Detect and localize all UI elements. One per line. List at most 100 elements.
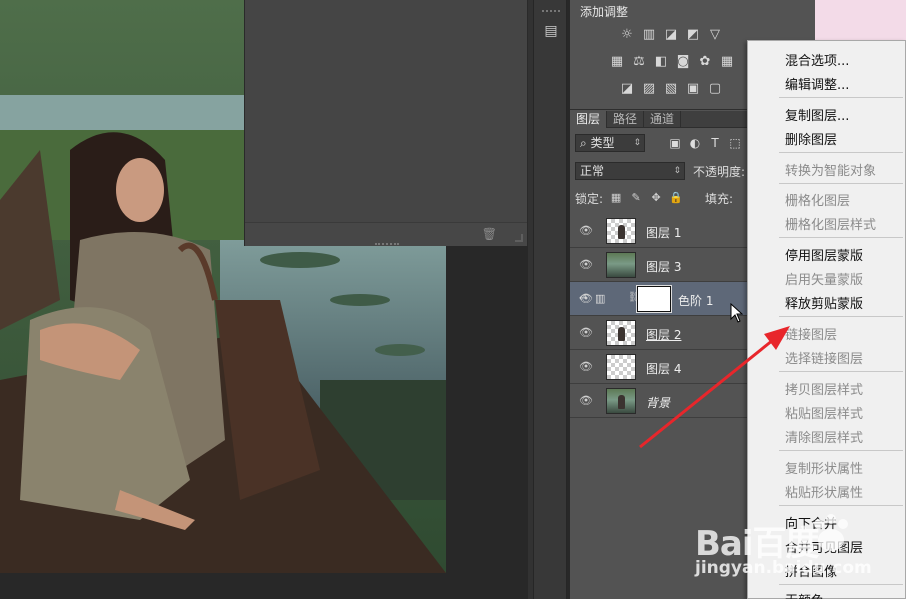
lily-pad: [330, 294, 390, 306]
floating-panel-body: [245, 0, 527, 222]
collapsed-panel-strip: ▤: [533, 0, 567, 599]
mouse-cursor: [730, 303, 744, 323]
floating-panel-footer: 🗑: [245, 222, 527, 246]
adjustments-row-1: ☼ ▥ ◪ ◩ ▽: [618, 26, 724, 44]
lily-pad: [375, 344, 425, 356]
menu-item-rasterize-layer: 栅格化图层: [785, 194, 851, 209]
invert-icon[interactable]: ◪: [618, 80, 636, 98]
layer-thumbnail: [606, 354, 636, 380]
layer-name: 图层 2: [646, 328, 682, 342]
gradient-map-icon[interactable]: ▣: [684, 80, 702, 98]
lock-all-icon[interactable]: 🔒: [669, 191, 683, 205]
layer-name: 图层 3: [646, 260, 682, 274]
chevron-updown-icon: ⇕: [673, 166, 681, 176]
filter-kind-value: 类型: [590, 136, 615, 150]
levels-icon[interactable]: ▥: [640, 26, 658, 44]
menu-separator: [779, 97, 903, 98]
menu-item-select-linked-layers: 选择链接图层: [785, 352, 864, 367]
strip-grip[interactable]: [542, 10, 560, 12]
bw-icon[interactable]: ◧: [652, 53, 670, 71]
menu-item-flatten-image[interactable]: 拼合图像: [785, 561, 837, 580]
clip-arrow-icon: ↵: [579, 293, 588, 304]
trash-icon[interactable]: 🗑: [482, 227, 497, 241]
eye-icon[interactable]: 👁: [579, 258, 593, 272]
tab-paths[interactable]: 路径: [607, 111, 645, 128]
menu-item-edit-adjustment[interactable]: 编辑调整...: [785, 74, 849, 93]
adjustments-row-2: ▦ ⚖ ◧ ◙ ✿ ▦: [608, 53, 736, 71]
posterize-icon[interactable]: ▨: [640, 80, 658, 98]
eye-icon[interactable]: 👁: [579, 326, 593, 340]
blend-mode-value: 正常: [580, 164, 605, 178]
menu-item-convert-smart-object: 转换为智能对象: [785, 164, 877, 179]
lily-pad: [260, 252, 340, 268]
balance-icon[interactable]: ⚖: [630, 53, 648, 71]
triangle-down-icon[interactable]: ▽: [706, 26, 724, 44]
menu-item-no-color[interactable]: 无颜色: [785, 590, 824, 599]
lock-brush-icon[interactable]: ✎: [629, 191, 643, 205]
blend-row: 正常 ⇕ 不透明度:: [575, 161, 745, 181]
eye-icon[interactable]: 👁: [579, 394, 593, 408]
pixel-filter-icon[interactable]: ▣: [667, 135, 683, 151]
lock-row: 锁定: ▦ ✎ ✥ 🔒 填充:: [575, 189, 733, 207]
menu-item-release-clipping-mask[interactable]: 释放剪贴蒙版: [785, 293, 863, 312]
layer-thumbnail: [606, 388, 636, 414]
layer-thumbnail: [606, 320, 636, 346]
menu-separator: [779, 450, 903, 451]
menu-item-duplicate-layer[interactable]: 复制图层...: [785, 105, 849, 124]
layer-filter-row: ⌕ 类型 ⇕ ▣ ◐ T ⬚: [575, 133, 743, 153]
grid-icon[interactable]: ▦: [718, 53, 736, 71]
levels-icon: ▥: [595, 292, 606, 305]
selective-color-icon[interactable]: ▢: [706, 80, 724, 98]
lock-move-icon[interactable]: ✥: [649, 191, 663, 205]
menu-item-merge-down[interactable]: 向下合并: [785, 513, 837, 532]
eye-icon[interactable]: 👁: [579, 360, 593, 374]
shape-filter-icon[interactable]: ⬚: [727, 135, 743, 151]
panel-grip[interactable]: [375, 243, 399, 247]
menu-separator: [779, 316, 903, 317]
menu-separator: [779, 183, 903, 184]
vibrance-icon[interactable]: ▦: [608, 53, 626, 71]
menu-item-blending-options[interactable]: 混合选项...: [785, 50, 849, 69]
tab-channels[interactable]: 通道: [644, 111, 682, 128]
menu-item-disable-layer-mask[interactable]: 停用图层蒙版: [785, 245, 863, 264]
blend-mode-select[interactable]: 正常 ⇕: [575, 162, 685, 180]
eye-icon[interactable]: 👁: [579, 224, 593, 238]
type-filter-icon[interactable]: T: [707, 135, 723, 151]
curves-icon[interactable]: ◪: [662, 26, 680, 44]
chevron-updown-icon: ⇕: [633, 138, 641, 148]
tab-layers[interactable]: 图层: [570, 111, 608, 128]
layer-context-menu: 混合选项... 编辑调整... 复制图层... 删除图层 转换为智能对象 栅格化…: [747, 40, 906, 599]
mixer-icon[interactable]: ✿: [696, 53, 714, 71]
properties-panel-icon[interactable]: ▤: [542, 22, 560, 40]
menu-item-delete-layer[interactable]: 删除图层: [785, 129, 837, 148]
menu-item-copy-shape-attributes: 复制形状属性: [785, 462, 864, 477]
adjustments-title: 添加调整: [580, 5, 629, 19]
photo-water-top: [0, 95, 246, 135]
layer-name: 色阶 1: [678, 294, 714, 308]
adjustment-filter-icon[interactable]: ◐: [687, 135, 703, 151]
search-icon: ⌕: [580, 136, 591, 150]
menu-item-clear-layer-style: 清除图层样式: [785, 431, 864, 446]
menu-item-merge-visible[interactable]: 合并可见图层: [785, 537, 863, 556]
resize-handle[interactable]: [515, 234, 523, 242]
menu-item-rasterize-layer-style: 栅格化图层样式: [785, 218, 877, 233]
floating-panel: 🗑: [244, 0, 528, 246]
filter-kind-select[interactable]: ⌕ 类型 ⇕: [575, 134, 645, 152]
fill-label: 填充:: [705, 191, 734, 206]
layer-name: 图层 1: [646, 226, 682, 240]
photo-filter-icon[interactable]: ◙: [674, 53, 692, 71]
lock-transparent-icon[interactable]: ▦: [609, 191, 623, 205]
layer-mask-thumbnail[interactable]: [636, 285, 672, 313]
document-canvas[interactable]: 🗑: [0, 0, 528, 599]
menu-separator: [779, 505, 903, 506]
layer-name: 背景: [646, 396, 671, 410]
menu-item-enable-vector-mask: 启用矢量蒙版: [785, 273, 864, 288]
sun-icon[interactable]: ☼: [618, 26, 636, 44]
adjustments-row-3: ◪ ▨ ▧ ▣ ▢: [618, 80, 724, 98]
menu-separator: [779, 152, 903, 153]
exposure-icon[interactable]: ◩: [684, 26, 702, 44]
threshold-icon[interactable]: ▧: [662, 80, 680, 98]
menu-separator: [779, 584, 903, 585]
opacity-label: 不透明度:: [693, 164, 746, 179]
lock-label: 锁定:: [575, 191, 604, 206]
